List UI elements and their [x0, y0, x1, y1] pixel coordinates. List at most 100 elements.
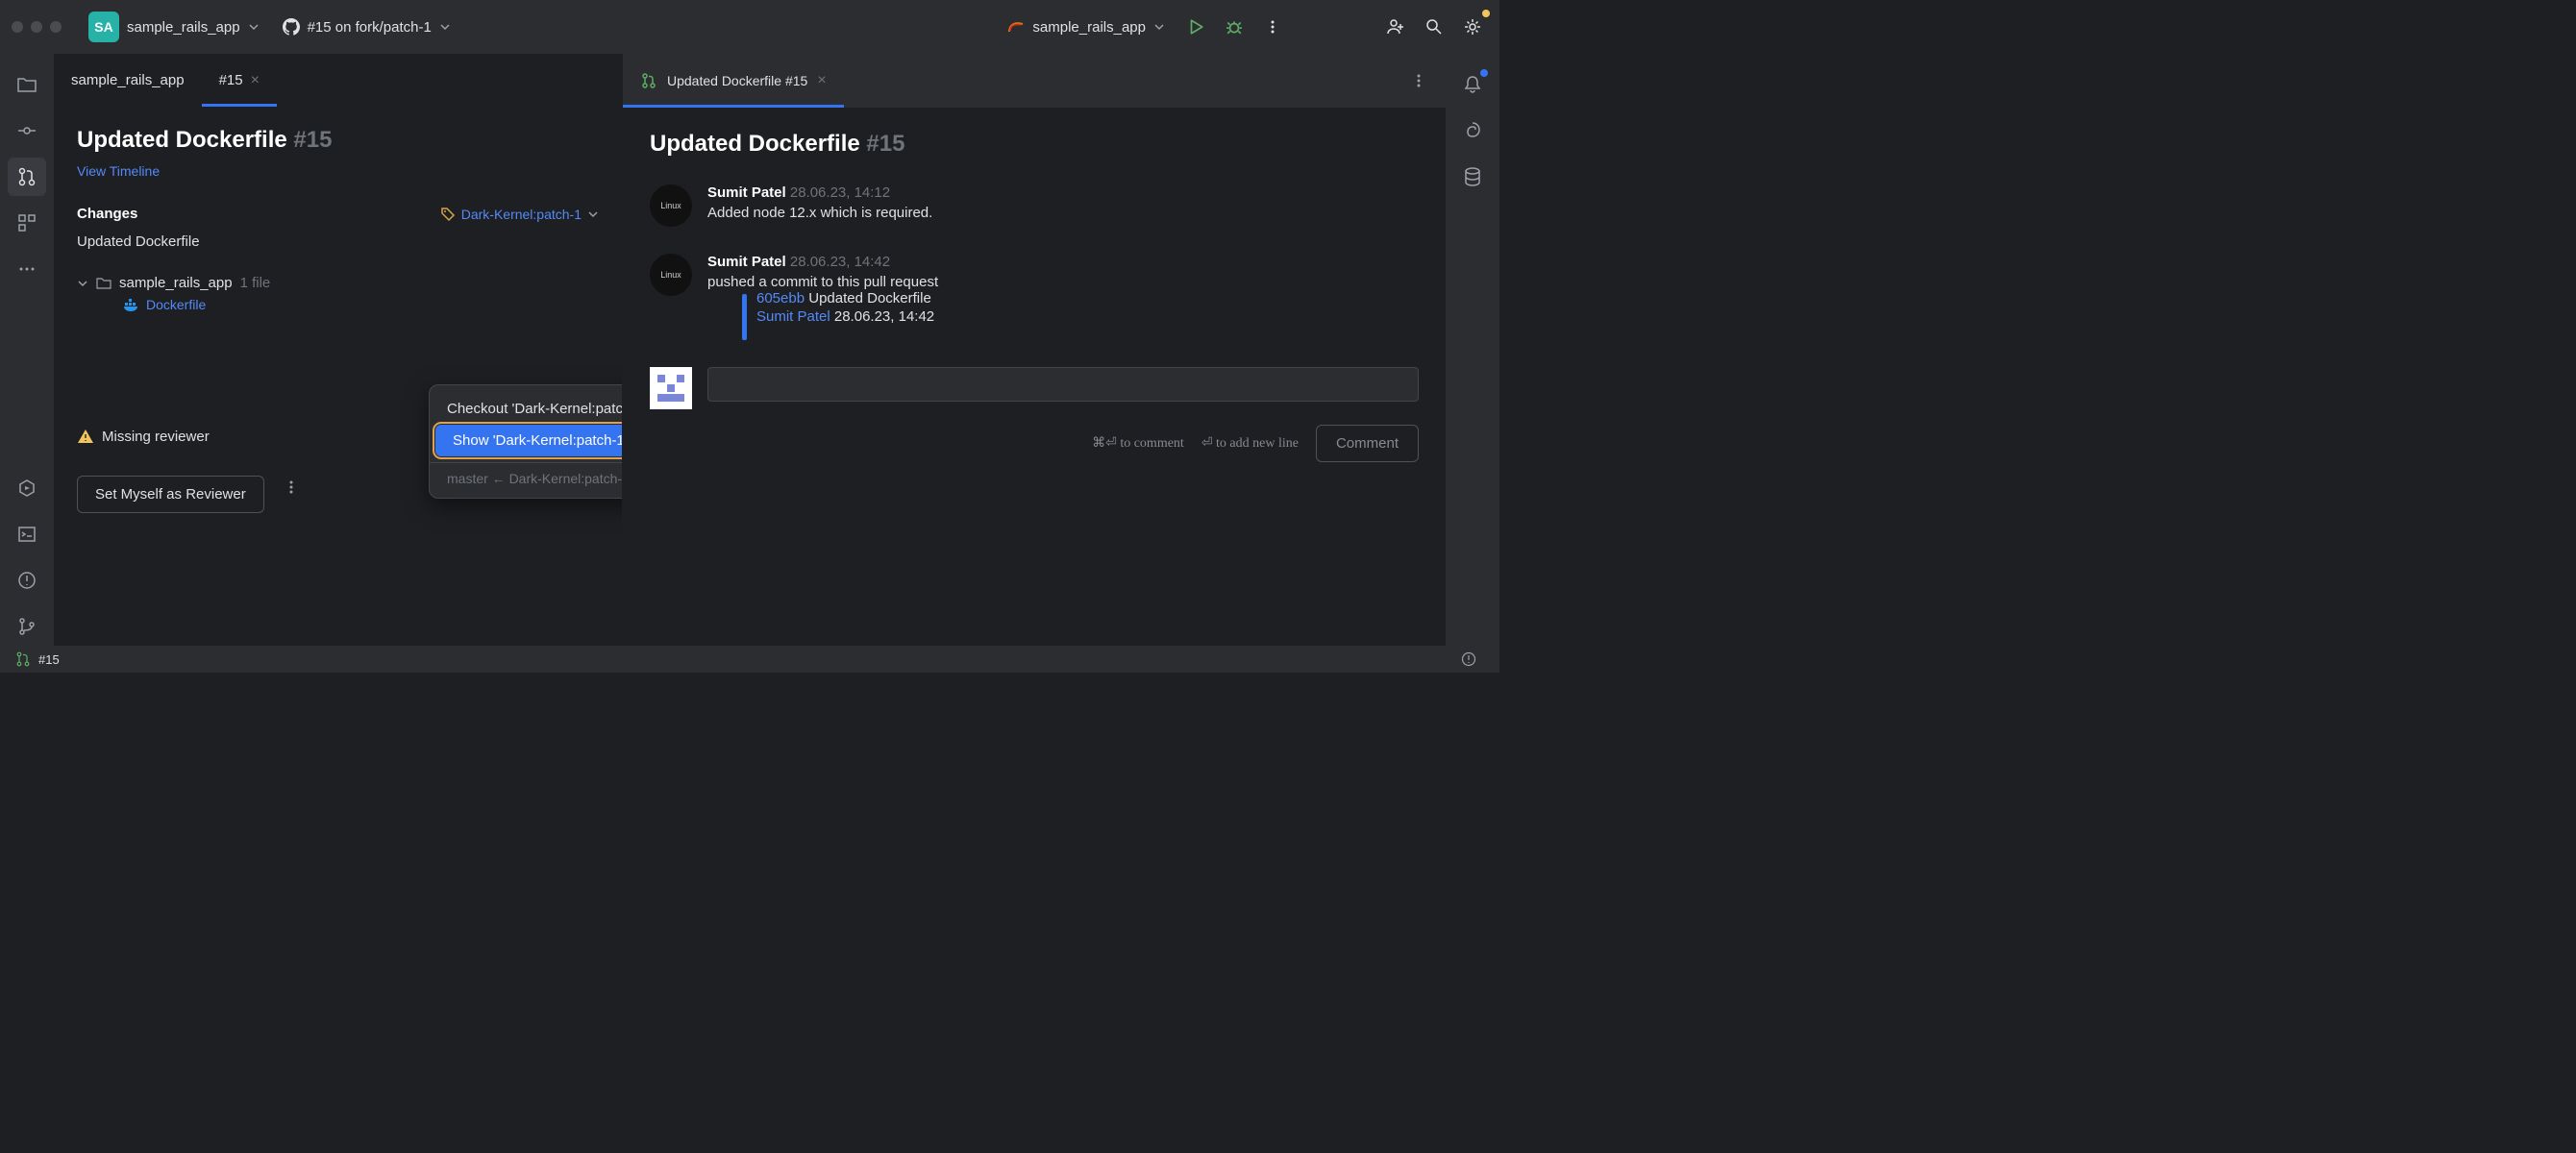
- editor-tab-pr-15[interactable]: Updated Dockerfile #15 ×: [623, 54, 844, 108]
- zoom-window[interactable]: [50, 21, 62, 33]
- timeline-entry-1: Linux Sumit Patel 28.06.23, 14:12 Added …: [650, 184, 1419, 227]
- pull-request-icon: [640, 72, 657, 89]
- avatar: Linux: [650, 184, 692, 227]
- vcs-label: #15 on fork/patch-1: [308, 19, 432, 36]
- run-target: sample_rails_app: [1032, 19, 1146, 36]
- comment-button[interactable]: Comment: [1316, 425, 1419, 462]
- project-name: sample_rails_app: [127, 19, 240, 36]
- gear-icon: [1463, 17, 1482, 37]
- current-user-avatar: [650, 367, 692, 409]
- main-toolbar: SA sample_rails_app #15 on fork/patch-1 …: [0, 0, 1499, 54]
- database-tool[interactable]: [1453, 158, 1492, 196]
- branch-dropdown[interactable]: Dark-Kernel:patch-1: [440, 207, 599, 222]
- project-selector[interactable]: SA sample_rails_app: [81, 8, 267, 46]
- commit-date: 28.06.23, 14:42: [790, 254, 890, 270]
- more-tools[interactable]: [8, 250, 46, 288]
- editor-tab-actions[interactable]: [1403, 65, 1434, 96]
- tab-project-root[interactable]: sample_rails_app: [54, 54, 202, 107]
- change-description: Updated Dockerfile: [77, 233, 599, 250]
- commit-sub-date: 28.06.23, 14:42: [834, 308, 934, 325]
- close-window[interactable]: [12, 21, 23, 33]
- close-icon[interactable]: ×: [817, 72, 826, 89]
- vcs-widget[interactable]: #15 on fork/patch-1: [275, 14, 458, 39]
- tree-root-folder[interactable]: sample_rails_app 1 file: [77, 269, 599, 297]
- comment-compose: [650, 367, 1419, 409]
- pr-title: Updated Dockerfile #15: [77, 127, 599, 154]
- spiral-icon: [1462, 120, 1483, 141]
- branch-context-menu: Checkout 'Dark-Kernel:patch-1'... Show '…: [429, 384, 622, 499]
- ai-assistant-tool[interactable]: [1453, 111, 1492, 150]
- comment-hint-submit: ⌘⏎ to comment: [1092, 435, 1184, 452]
- commit-date: 28.06.23, 14:12: [790, 184, 890, 201]
- code-with-me[interactable]: [1380, 12, 1411, 42]
- run-tool-icon: [16, 478, 37, 499]
- chevron-down-icon: [248, 21, 260, 33]
- comment-hint-newline: ⏎ to add new line: [1201, 435, 1299, 452]
- more-actions[interactable]: [1257, 12, 1288, 42]
- person-plus-icon: [1386, 17, 1405, 37]
- chevron-down-icon: [587, 209, 599, 220]
- set-reviewer-button[interactable]: Set Myself as Reviewer: [77, 476, 264, 513]
- structure-icon: [16, 212, 37, 233]
- branch-name: Dark-Kernel:patch-1: [461, 207, 582, 222]
- terminal-tool[interactable]: [8, 515, 46, 553]
- more-reviewer-actions[interactable]: [276, 472, 307, 503]
- window-controls: [12, 21, 62, 33]
- warning-icon: [77, 428, 94, 445]
- pr-number: #15: [293, 127, 332, 153]
- view-timeline-link[interactable]: View Timeline: [77, 163, 160, 179]
- kebab-icon: [284, 479, 299, 495]
- warning-circle-icon: [1461, 651, 1476, 667]
- notifications-tool[interactable]: [1453, 65, 1492, 104]
- branch-icon: [16, 616, 37, 637]
- run-tool[interactable]: [8, 469, 46, 507]
- status-pr-number[interactable]: #15: [38, 652, 60, 667]
- warning-circle-icon: [16, 570, 37, 591]
- chevron-down-icon: [1153, 21, 1165, 33]
- github-icon: [283, 18, 300, 36]
- warning-text: Missing reviewer: [102, 429, 210, 445]
- ellipsis-icon: [16, 258, 37, 280]
- minimize-window[interactable]: [31, 21, 42, 33]
- tree-file-dockerfile[interactable]: Dockerfile: [77, 297, 599, 312]
- menu-checkout-branch[interactable]: Checkout 'Dark-Kernel:patch-1'...: [430, 393, 622, 425]
- kebab-icon: [1265, 19, 1280, 35]
- run-button[interactable]: [1180, 12, 1211, 42]
- changes-tree: sample_rails_app 1 file Dockerfile: [77, 269, 599, 312]
- problems-tool[interactable]: [8, 561, 46, 600]
- pull-request-icon: [15, 651, 31, 667]
- play-icon: [1187, 18, 1204, 36]
- status-bar: #15: [0, 646, 1499, 673]
- structure-tool[interactable]: [8, 204, 46, 242]
- commit-hash-message: Updated Dockerfile: [808, 290, 931, 307]
- editor-tab-label: Updated Dockerfile #15: [667, 73, 807, 88]
- commit-sub-author[interactable]: Sumit Patel: [756, 308, 830, 325]
- right-tool-rail: [1446, 54, 1499, 646]
- menu-show-in-git-log[interactable]: Show 'Dark-Kernel:patch-1' in Git Log: [435, 425, 622, 456]
- folder-icon: [16, 74, 37, 95]
- menu-branch-direction: master ← Dark-Kernel:patch-1: [430, 462, 622, 490]
- tab-pr-15[interactable]: #15 ×: [202, 54, 277, 107]
- commit-icon: [16, 120, 37, 141]
- pull-requests-tool[interactable]: [8, 158, 46, 196]
- rails-icon: [1007, 18, 1025, 36]
- search-everywhere[interactable]: [1419, 12, 1449, 42]
- commit-author: Sumit Patel: [707, 184, 786, 201]
- commit-tool[interactable]: [8, 111, 46, 150]
- kebab-icon: [1411, 73, 1426, 88]
- comment-input[interactable]: [707, 367, 1419, 402]
- notification-dot: [1480, 69, 1488, 77]
- close-icon[interactable]: ×: [251, 72, 260, 89]
- commit-hash[interactable]: 605ebb: [756, 290, 805, 307]
- debug-button[interactable]: [1219, 12, 1250, 42]
- project-tool[interactable]: [8, 65, 46, 104]
- search-icon: [1424, 17, 1444, 37]
- git-tool[interactable]: [8, 607, 46, 646]
- avatar: Linux: [650, 254, 692, 296]
- settings-button[interactable]: [1457, 12, 1488, 42]
- terminal-icon: [16, 524, 37, 545]
- run-config-selector[interactable]: sample_rails_app: [1000, 14, 1173, 39]
- status-problems[interactable]: [1453, 644, 1484, 675]
- pull-request-panel: sample_rails_app #15 × Updated Dockerfil…: [54, 54, 623, 646]
- editor-area: Updated Dockerfile #15 × Updated Dockerf…: [623, 54, 1446, 646]
